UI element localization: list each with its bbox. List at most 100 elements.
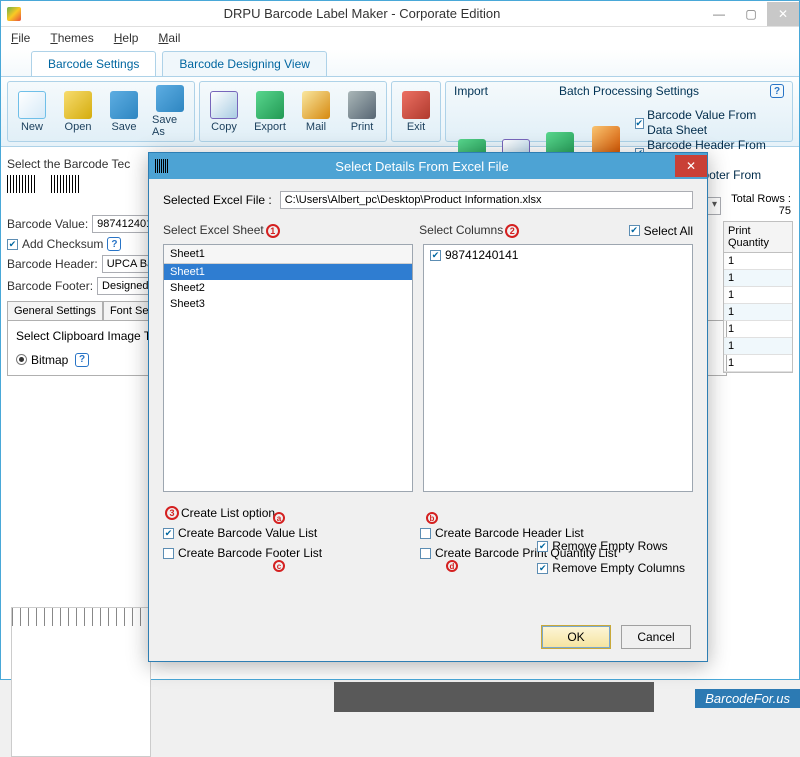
- menu-help[interactable]: Help: [114, 31, 139, 45]
- tab-barcode-settings[interactable]: Barcode Settings: [31, 51, 156, 76]
- barcode-preview-icon-2: [51, 175, 81, 193]
- checkbox-icon: [629, 225, 640, 236]
- open-button[interactable]: Open: [60, 85, 96, 138]
- table-row[interactable]: 1: [724, 338, 792, 355]
- sheets-header: Sheet1: [164, 245, 412, 264]
- checkbox-icon: [420, 528, 431, 539]
- mail-button[interactable]: Mail: [298, 85, 334, 138]
- annotation-d: d: [446, 560, 458, 572]
- print-quantity-header: Print Quantity: [724, 222, 792, 253]
- annotation-c: c: [273, 560, 285, 572]
- checkbox-icon: [163, 548, 174, 559]
- annotation-b: b: [426, 512, 438, 524]
- excel-dialog: Select Details From Excel File ✕ Selecte…: [148, 152, 708, 662]
- menu-mail[interactable]: Mail: [158, 31, 180, 45]
- create-value-list-checkbox[interactable]: Create Barcode Value Lista: [163, 526, 398, 540]
- app-icon: [7, 7, 21, 21]
- remove-empty-cols-checkbox[interactable]: Remove Empty Columns: [537, 561, 685, 575]
- bitmap-help-icon[interactable]: ?: [75, 353, 89, 367]
- titlebar: DRPU Barcode Label Maker - Corporate Edi…: [1, 1, 799, 27]
- tab-barcode-designing[interactable]: Barcode Designing View: [162, 51, 327, 76]
- new-button[interactable]: New: [14, 85, 50, 138]
- ribbon: New Open Save Save As Copy Export Mail P…: [1, 77, 799, 147]
- check-value-sheet[interactable]: Barcode Value From Data Sheet: [635, 108, 784, 138]
- maximize-button[interactable]: ▢: [735, 2, 767, 26]
- checkbox-icon: [163, 528, 174, 539]
- checkbox-icon[interactable]: [7, 239, 18, 250]
- close-button[interactable]: ✕: [767, 2, 799, 26]
- saveas-button[interactable]: Save As: [152, 85, 188, 138]
- print-quantity-table: Print Quantity 1 1 1 1 1 1 1: [723, 221, 793, 373]
- list-item[interactable]: Sheet2: [164, 280, 412, 296]
- save-button[interactable]: Save: [106, 85, 142, 138]
- columns-listbox[interactable]: 98741240141: [423, 244, 693, 492]
- copy-button[interactable]: Copy: [206, 85, 242, 138]
- dialog-app-icon: [155, 159, 169, 173]
- checkbox-icon: [430, 250, 441, 261]
- barcode-value-label: Barcode Value:: [7, 217, 88, 231]
- exit-icon: [402, 91, 430, 119]
- remove-empty-rows-checkbox[interactable]: Remove Empty Rows: [537, 539, 685, 553]
- save-icon: [110, 91, 138, 119]
- table-row[interactable]: 1: [724, 270, 792, 287]
- dialog-titlebar: Select Details From Excel File ✕: [149, 153, 707, 179]
- list-item[interactable]: Sheet3: [164, 296, 412, 312]
- selected-file-input[interactable]: [280, 191, 693, 209]
- checkbox-icon: [635, 118, 645, 129]
- print-button[interactable]: Print: [344, 85, 380, 138]
- open-icon: [64, 91, 92, 119]
- barcode-footer-label: Barcode Footer:: [7, 279, 93, 293]
- sheets-listbox[interactable]: Sheet1 Sheet1 Sheet2 Sheet3: [163, 244, 413, 492]
- main-tabs: Barcode Settings Barcode Designing View: [1, 49, 799, 77]
- selected-file-label: Selected Excel File :: [163, 193, 272, 207]
- table-row[interactable]: 1: [724, 355, 792, 372]
- minimize-button[interactable]: —: [703, 2, 735, 26]
- ruler-area: [11, 607, 151, 757]
- ribbon-group-batch: Import Batch Processing Settings ? Expor…: [445, 81, 793, 142]
- add-checksum-label: Add Checksum: [22, 237, 103, 251]
- shadow: [334, 682, 654, 712]
- checkbox-icon: [537, 563, 548, 574]
- barcode-header-label: Barcode Header:: [7, 257, 98, 271]
- ribbon-group-exit: Exit: [391, 81, 441, 142]
- create-header-list-checkbox[interactable]: Create Barcode Header Listb: [420, 526, 693, 540]
- exit-button[interactable]: Exit: [398, 85, 434, 138]
- table-row[interactable]: 1: [724, 253, 792, 270]
- table-row[interactable]: 1: [724, 321, 792, 338]
- mail-icon: [302, 91, 330, 119]
- select-columns-label: Select Columns: [419, 223, 503, 237]
- checksum-help-icon[interactable]: ?: [107, 237, 121, 251]
- cancel-button[interactable]: Cancel: [621, 625, 691, 649]
- column-item[interactable]: 98741240141: [424, 245, 692, 265]
- dialog-title: Select Details From Excel File: [169, 159, 675, 174]
- annotation-a: a: [273, 512, 285, 524]
- ribbon-group-edit: Copy Export Mail Print: [199, 81, 387, 142]
- dialog-close-button[interactable]: ✕: [675, 155, 707, 177]
- total-rows-label: Total Rows : 75: [723, 193, 793, 217]
- table-row[interactable]: 1: [724, 304, 792, 321]
- annotation-1: 1: [266, 224, 280, 238]
- ok-button[interactable]: OK: [541, 625, 611, 649]
- window-title: DRPU Barcode Label Maker - Corporate Edi…: [21, 6, 703, 21]
- barcode-preview-icon: [7, 175, 37, 193]
- checkbox-icon: [420, 548, 431, 559]
- menu-file[interactable]: File: [11, 31, 30, 45]
- menu-themes[interactable]: Themes: [50, 31, 93, 45]
- menubar: File Themes Help Mail: [1, 27, 799, 49]
- select-all-checkbox[interactable]: Select All: [629, 224, 693, 238]
- radio-bitmap[interactable]: Bitmap: [16, 353, 68, 367]
- export-button[interactable]: Export: [252, 85, 288, 138]
- new-icon: [18, 91, 46, 119]
- table-row[interactable]: 1: [724, 287, 792, 304]
- select-tech-label: Select the Barcode Tec: [7, 157, 130, 171]
- batch-title: Batch Processing Settings: [559, 84, 699, 98]
- radio-icon: [16, 354, 27, 365]
- checkbox-icon: [537, 541, 548, 552]
- annotation-3: 3: [165, 506, 179, 520]
- annotation-2: 2: [505, 224, 519, 238]
- create-footer-list-checkbox[interactable]: Create Barcode Footer Listc: [163, 546, 398, 560]
- batch-help-icon[interactable]: ?: [770, 84, 784, 98]
- tab-general-settings[interactable]: General Settings: [7, 301, 103, 320]
- copy-icon: [210, 91, 238, 119]
- list-item[interactable]: Sheet1: [164, 264, 412, 280]
